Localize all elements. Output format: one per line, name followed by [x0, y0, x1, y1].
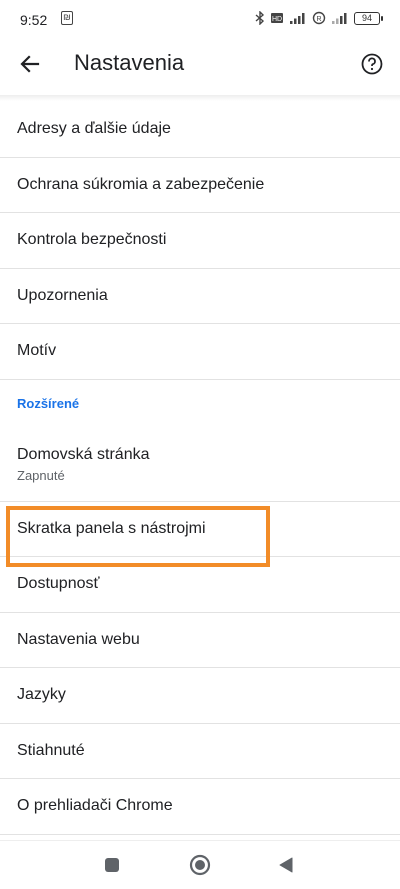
svg-text:HD: HD	[272, 16, 282, 23]
square-icon	[105, 858, 119, 872]
hd-icon: HD	[271, 13, 283, 23]
recents-button[interactable]	[100, 853, 124, 877]
battery-icon: 94	[354, 11, 383, 25]
settings-item-toolbar-shortcut[interactable]: Skratka panela s nástrojmi	[0, 502, 400, 557]
page-title: Nastavenia	[74, 50, 185, 75]
system-nav-bar	[0, 840, 400, 889]
settings-item-addresses[interactable]: Adresy a ďalšie údaje	[0, 102, 400, 158]
app-bar: Nastavenia	[0, 40, 400, 88]
status-icons: HD R 94	[255, 11, 383, 25]
triangle-back-icon	[279, 857, 293, 873]
settings-item-homepage-subtitle: Zapnuté	[17, 467, 65, 483]
status-bar: 9:52 ₪ HD R 94	[0, 0, 400, 40]
nav-back-button[interactable]	[274, 853, 298, 877]
settings-item-homepage[interactable]: Domovská stránka Zapnuté	[0, 428, 400, 502]
settings-item-site-settings[interactable]: Nastavenia webu	[0, 613, 400, 668]
settings-item-notifications[interactable]: Upozornenia	[0, 269, 400, 324]
settings-item-downloads[interactable]: Stiahnuté	[0, 724, 400, 779]
help-button[interactable]	[356, 48, 388, 80]
help-icon	[361, 53, 383, 75]
settings-item-languages[interactable]: Jazyky	[0, 668, 400, 724]
settings-item-about-chrome[interactable]: O prehliadači Chrome	[0, 779, 400, 835]
settings-item-accessibility[interactable]: Dostupnosť	[0, 557, 400, 613]
settings-item-privacy[interactable]: Ochrana súkromia a zabezpečenie	[0, 158, 400, 213]
settings-item-homepage-label: Domovská stránka	[17, 445, 150, 463]
bluetooth-icon	[255, 11, 265, 25]
circle-icon	[189, 854, 211, 876]
home-button[interactable]	[188, 853, 212, 877]
app-bar-divider	[0, 95, 400, 101]
section-header-advanced: Rozšírené	[17, 396, 80, 411]
svg-text:R: R	[316, 16, 321, 23]
roaming-icon: R	[312, 11, 326, 25]
signal-icon	[290, 13, 305, 24]
signal-icon-2	[332, 13, 347, 24]
settings-list: Adresy a ďalšie údaje Ochrana súkromia a…	[0, 102, 400, 835]
notification-icon: ₪	[61, 11, 73, 25]
arrow-back-icon	[20, 55, 40, 73]
settings-item-theme[interactable]: Motív	[0, 324, 400, 380]
settings-item-safety-check[interactable]: Kontrola bezpečnosti	[0, 213, 400, 269]
back-button[interactable]	[14, 48, 46, 80]
status-time: 9:52	[20, 12, 48, 28]
